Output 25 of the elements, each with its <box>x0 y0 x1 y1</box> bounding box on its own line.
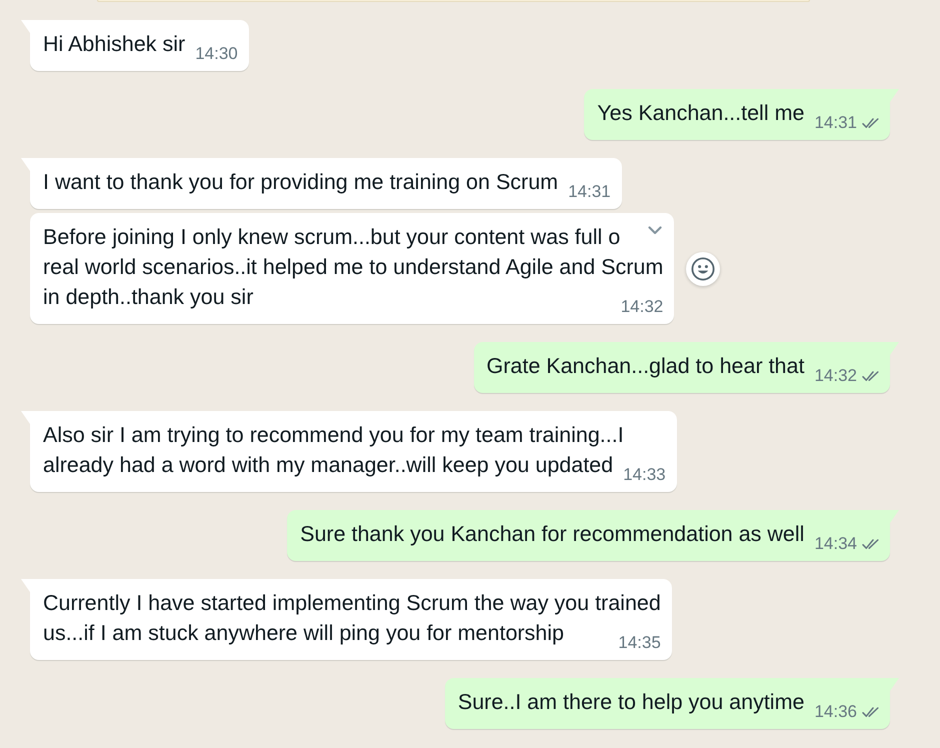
chevron-down-icon[interactable] <box>648 226 662 235</box>
message-text: Currently I have started implementing Scrum the way you trained <box>43 591 661 615</box>
message-time: 14:33 <box>623 465 666 485</box>
emoji-react-button[interactable] <box>686 252 720 286</box>
message-text: us...if I am stuck anywhere will ping you for mentorship <box>43 621 564 645</box>
message-text: I want to thank you for providing me training on Scrum <box>43 170 558 194</box>
message-text: Sure..I am there to help you anytime <box>458 690 804 714</box>
smiley-icon <box>691 256 716 280</box>
message-text: in depth..thank you sir <box>43 285 254 309</box>
message-time: 14:30 <box>195 44 238 64</box>
message-time: 14:35 <box>618 633 661 653</box>
message-text: already had a word with my manager..will keep you updated <box>43 453 614 477</box>
message-time: 14:31 <box>814 113 857 133</box>
message-text: Sure thank you Kanchan for recommendation as well <box>300 522 804 546</box>
message-text: Hi Abhishek sir <box>43 32 186 56</box>
message-text: Grate Kanchan...glad to hear that <box>486 354 804 378</box>
message-time: 14:31 <box>568 182 611 202</box>
message-time: 14:36 <box>814 702 857 722</box>
message-time: 14:32 <box>814 366 857 386</box>
message-text: Before joining I only knew scrum...but your content was full o <box>43 225 620 249</box>
message-time: 14:34 <box>814 534 857 554</box>
message-text: Also sir I am trying to recommend you for my team training...I <box>43 423 624 447</box>
message-text: real world scenarios..it helped me to understand Agile and Scrum <box>43 255 664 279</box>
message-text: Yes Kanchan...tell me <box>597 101 804 125</box>
message-time: 14:32 <box>620 297 664 317</box>
